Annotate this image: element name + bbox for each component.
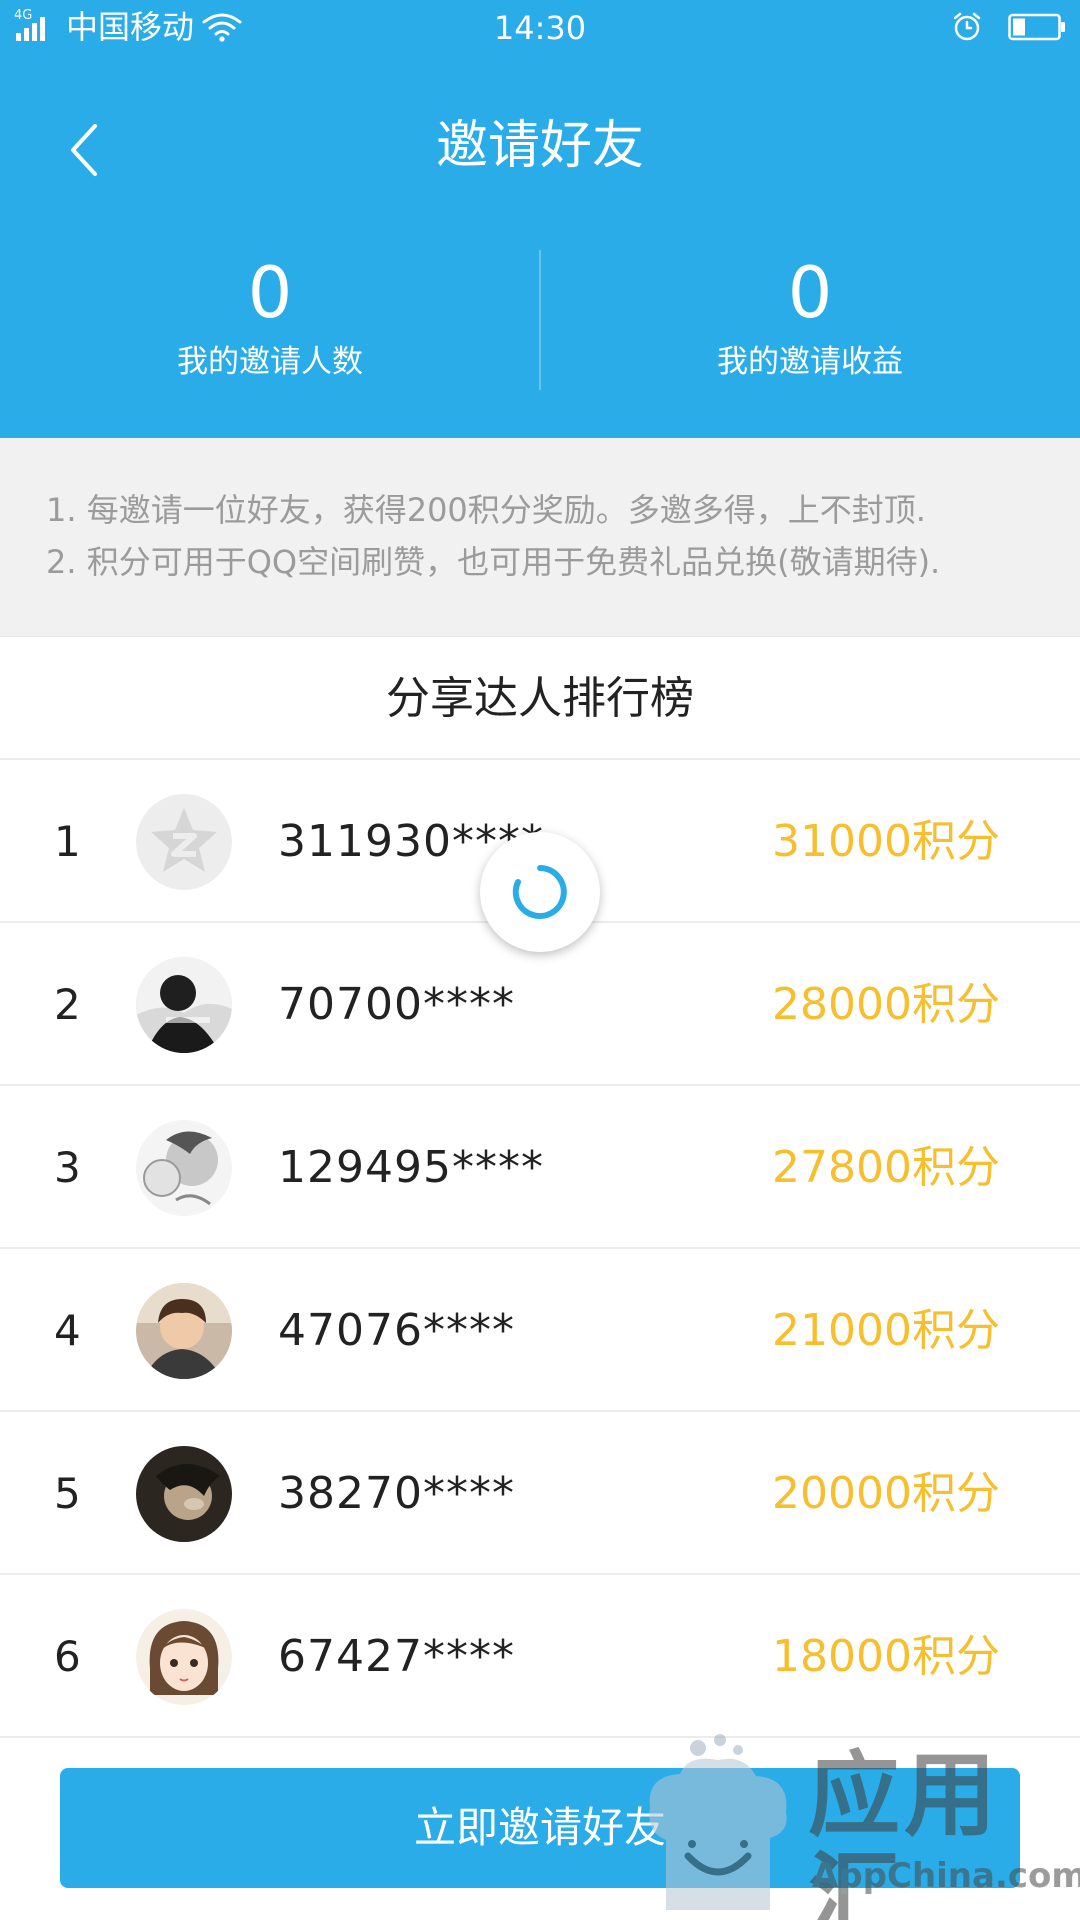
rules-panel: 1. 每邀请一位好友，获得200积分奖励。多邀多得，上不封顶. 2. 积分可用于… [0,438,1080,636]
spinner-icon [512,865,567,919]
user-photo-icon [136,1283,232,1379]
invite-count-label: 我的邀请人数 [177,344,363,380]
rank-number: 1 [54,817,81,866]
leaderboard-row[interactable]: 4 47076**** 21000积分 [0,1249,1080,1412]
appchina-logo-icon [649,1734,787,1910]
avatar [136,1283,232,1379]
watermark-en: AppChina.com [812,1856,1080,1896]
default-avatar-icon [136,794,232,890]
rank-number: 4 [54,1306,81,1355]
user-id: 67427**** [278,1631,515,1682]
avatar [136,957,232,1053]
rank-number: 6 [54,1632,81,1681]
invite-earnings-stat: 0 我的邀请收益 [540,250,1080,400]
status-time: 14:30 [493,9,587,47]
rank-number: 2 [54,980,81,1029]
invite-count-value: 0 [247,252,293,334]
points-value: 28000积分 [772,979,1000,1030]
points-value: 31000积分 [772,816,1000,867]
invite-stats: 0 我的邀请人数 0 我的邀请收益 [0,250,1080,400]
avatar [136,1609,232,1705]
points-value: 20000积分 [772,1468,1000,1519]
rank-number: 5 [54,1469,81,1518]
watermark-logo: 应用汇 AppChina.com [640,1728,1080,1920]
user-id: 38270**** [278,1468,515,1519]
user-photo-icon [136,1609,232,1705]
user-id: 70700**** [278,979,515,1030]
invite-earnings-label: 我的邀请收益 [717,344,903,380]
user-photo-icon [136,1120,232,1216]
leaderboard-title: 分享达人排行榜 [0,636,1080,760]
status-bar: 4G 中国移动 14:30 [0,0,1080,54]
avatar [136,1446,232,1542]
avatar [136,794,232,890]
points-value: 27800积分 [772,1142,1000,1193]
user-photo-icon [136,1446,232,1542]
rank-number: 3 [54,1143,81,1192]
leaderboard-row[interactable]: 6 67427**** 18000积分 [0,1575,1080,1738]
rule-line: 2. 积分可用于QQ空间刷赞，也可用于免费礼品兑换(敬请期待). [46,543,941,581]
alarm-icon [953,12,981,41]
leaderboard-row[interactable]: 5 38270**** 20000积分 [0,1412,1080,1575]
battery-icon [1008,13,1065,41]
user-id: 129495**** [278,1142,544,1193]
loading-spinner [480,832,600,952]
avatar [136,1120,232,1216]
user-photo-icon [136,957,232,1053]
header: 邀请好友 0 我的邀请人数 0 我的邀请收益 [0,54,1080,438]
leaderboard-row[interactable]: 3 129495**** 27800积分 [0,1086,1080,1249]
page-title: 邀请好友 [435,116,644,176]
invite-earnings-value: 0 [787,252,833,334]
points-value: 18000积分 [772,1631,1000,1682]
user-id: 47076**** [278,1305,515,1356]
invite-count-stat: 0 我的邀请人数 [0,250,540,400]
stats-divider [539,250,541,390]
points-value: 21000积分 [772,1305,1000,1356]
status-right [952,10,1066,44]
rule-line: 1. 每邀请一位好友，获得200积分奖励。多邀多得，上不封顶. [46,491,926,529]
